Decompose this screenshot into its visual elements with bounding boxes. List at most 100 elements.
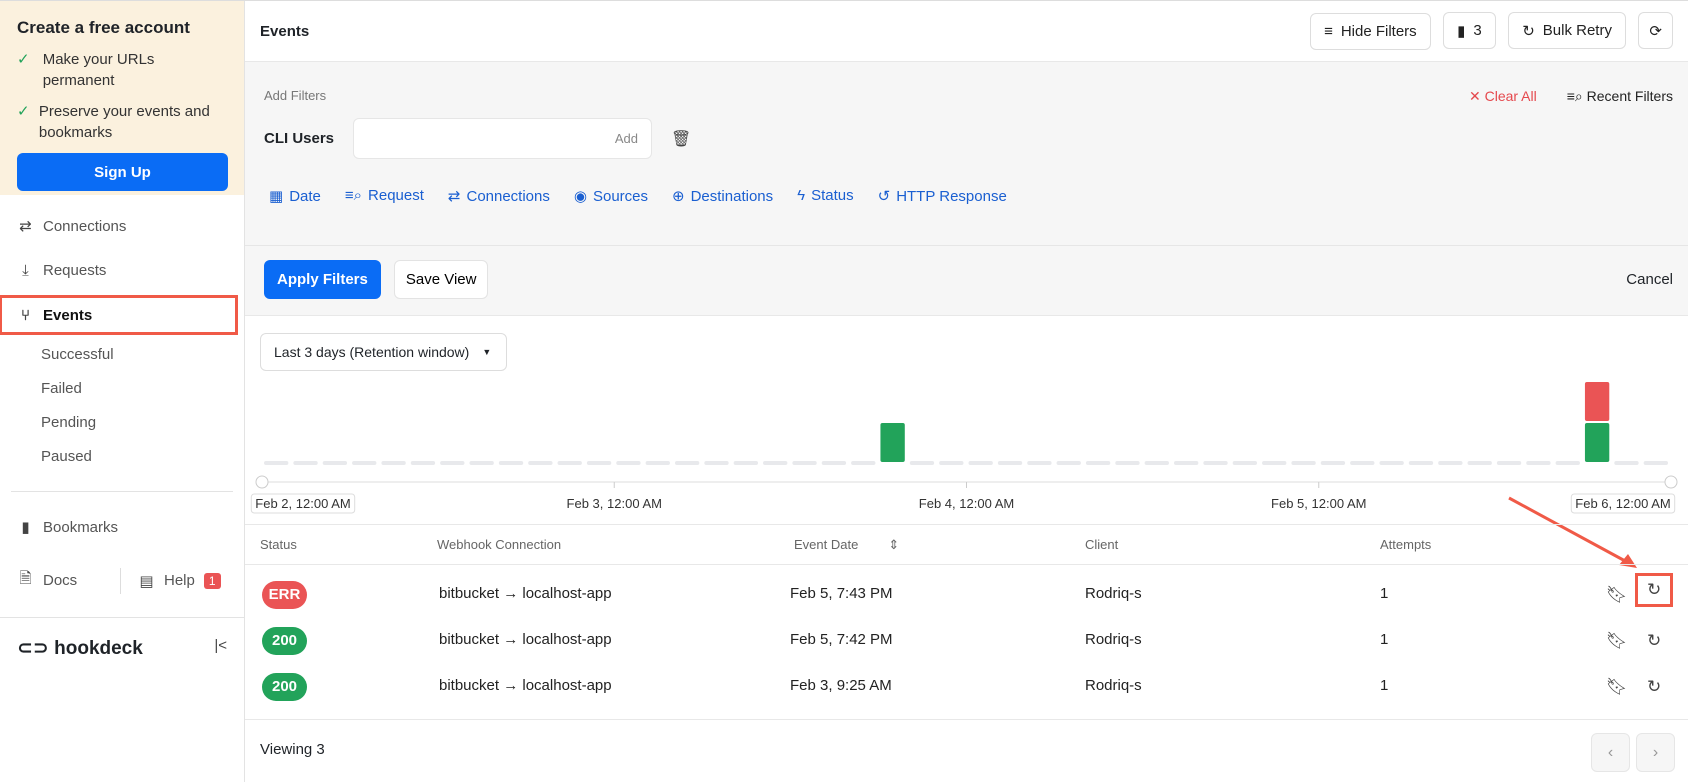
sidebar-item-events[interactable]: ⑂ Events [0,295,238,335]
retry-icon[interactable]: ↻ [1647,631,1661,651]
label: Clear All [1484,88,1537,104]
bookmark-icon[interactable]: 🔖︎ [1606,631,1628,651]
event-date: Feb 5, 7:42 PM [790,631,893,648]
sidebar-sub-failed[interactable]: Failed [17,372,244,406]
empty-bin [763,461,788,465]
filter-connections[interactable]: ⇄ Connections [448,187,550,205]
label: Help [164,572,195,589]
empty-bin [293,461,318,465]
table-row[interactable]: 200 bitbucket → localhost-app Feb 3, 9:2… [245,664,1688,710]
attempts: 1 [1380,677,1389,694]
webhook-connection: bitbucket → localhost-app [439,585,612,602]
cli-users-label: CLI Users [264,130,335,147]
empty-bin [1232,461,1258,465]
empty-bin [616,461,641,465]
client: Rodriq-s [1085,677,1142,694]
empty-bin [528,461,553,465]
sidebar-item-bookmarks[interactable]: ▮ Bookmarks [17,505,244,549]
viewing-count: Viewing 3 [260,741,325,758]
sidebar-item-connections[interactable]: ⇄ Connections [17,204,244,248]
date-range-dropdown[interactable]: Last 3 days (Retention window) ▼ [260,333,508,371]
status-badge: 200 [262,627,307,655]
sidebar-item-docs[interactable]: 🗎 Docs [17,559,120,603]
sidebar-sub-paused[interactable]: Paused [17,440,244,474]
empty-bin [352,461,377,465]
bookmark-icon[interactable]: 🔖︎ [1606,677,1628,697]
events-histogram[interactable]: Feb 2, 12:00 AM Feb 3, 12:00 AM Feb 4, 12:… [245,367,1688,518]
empty-bin [1144,461,1169,465]
empty-bin [1467,461,1492,465]
empty-bin [498,461,524,465]
target-icon: ⊕ [672,188,685,205]
table-row[interactable]: ERR bitbucket → localhost-app Feb 5, 7:4… [245,572,1688,618]
apply-filters-button[interactable]: Apply Filters [264,260,381,299]
histogram-toggle-button[interactable]: ▮ 3 [1443,12,1496,50]
sign-up-button[interactable]: Sign Up [17,153,228,191]
label: Recent Filters [1586,88,1673,104]
filter-http-response[interactable]: ↺ HTTP Response [878,187,1007,205]
download-box-icon: ⤓ [22,261,29,279]
sidebar-item-requests[interactable]: ⤓ Requests [17,248,244,292]
connections-icon: ⇄ [447,188,461,205]
retry-icon[interactable]: ↻ [1634,573,1674,607]
cancel-button[interactable]: Cancel [1626,271,1673,288]
caret-down-icon: ▼ [482,347,492,357]
trash-icon[interactable]: 🗑 [671,129,691,149]
clear-all-button[interactable]: ✕ Clear All [1469,88,1537,104]
collapse-sidebar-icon[interactable]: |< [214,637,227,660]
event-date: Feb 3, 9:25 AM [790,677,892,694]
calendar-icon: ▦ [269,188,284,205]
next-page-button[interactable]: › [1636,733,1675,772]
empty-bin [851,461,876,465]
table-row[interactable]: 200 bitbucket → localhost-app Feb 5, 7:4… [245,618,1688,664]
hide-filters-button[interactable]: ≡ Hide Filters [1310,12,1431,50]
empty-bin [997,461,1023,465]
empty-bin [1614,461,1639,465]
attempts: 1 [1380,585,1389,602]
status-badge: ERR [262,581,307,609]
label: Connections [466,188,550,205]
source-icon: ◉ [573,188,587,205]
empty-bin [322,461,348,465]
chat-icon: ▤ [139,572,154,590]
promo-point: Make your URLs permanent [42,51,155,89]
tick-label: Feb 5, 12:00 AM [1271,496,1366,511]
bookmark-icon[interactable]: 🔖︎ [1606,585,1628,605]
refresh-icon: ⟳ [1649,22,1662,40]
empty-bin [264,461,289,465]
filter-sources[interactable]: ◉ Sources [574,187,648,205]
retry-icon[interactable]: ↻ [1647,677,1661,697]
col-event-date[interactable]: Event Date ⇕ [794,537,899,553]
empty-bin [792,461,817,465]
filter-status[interactable]: ϟ Status [797,187,853,205]
webhook-connection: bitbucket → localhost-app [439,631,612,648]
tick-label: Feb 4, 12:00 AM [919,496,1014,511]
filter-request[interactable]: ≡⌕ Request [345,187,424,205]
filter-date[interactable]: ▦ Date [269,187,321,205]
history-icon: ↺ [877,188,891,205]
prev-page-button[interactable]: ‹ [1591,733,1630,772]
col-connection: Webhook Connection [437,537,562,552]
add-button[interactable]: Add [615,131,638,146]
bulk-retry-button[interactable]: ↻ Bulk Retry [1508,12,1626,50]
bolt-icon: ϟ [797,187,806,204]
fork-icon: ⑂ [20,306,30,324]
divider [11,491,233,492]
save-view-button[interactable]: Save View [393,260,489,299]
table-footer: Viewing 3 ‹ › [245,719,1688,782]
tick-label: Feb 3, 12:00 AM [567,496,662,511]
sort-icon: ⇕ [888,537,900,552]
empty-bin [1262,461,1287,465]
sidebar: Create a free account ✓ Make your URLs pe… [0,1,245,782]
empty-bin [557,461,582,465]
refresh-button[interactable]: ⟳ [1638,12,1673,50]
recent-filters-button[interactable]: ≡⌕ Recent Filters [1567,88,1673,104]
sidebar-sub-pending[interactable]: Pending [17,406,244,440]
check-icon: ✓ [17,103,30,120]
filter-destinations[interactable]: ⊕ Destinations [672,187,773,205]
label: Event Date [794,537,859,552]
cli-users-input[interactable]: Add [353,118,653,159]
label: HTTP Response [896,188,1007,205]
sidebar-sub-successful[interactable]: Successful [17,338,244,372]
sidebar-item-help[interactable]: ▤ Help 1 [120,567,221,594]
